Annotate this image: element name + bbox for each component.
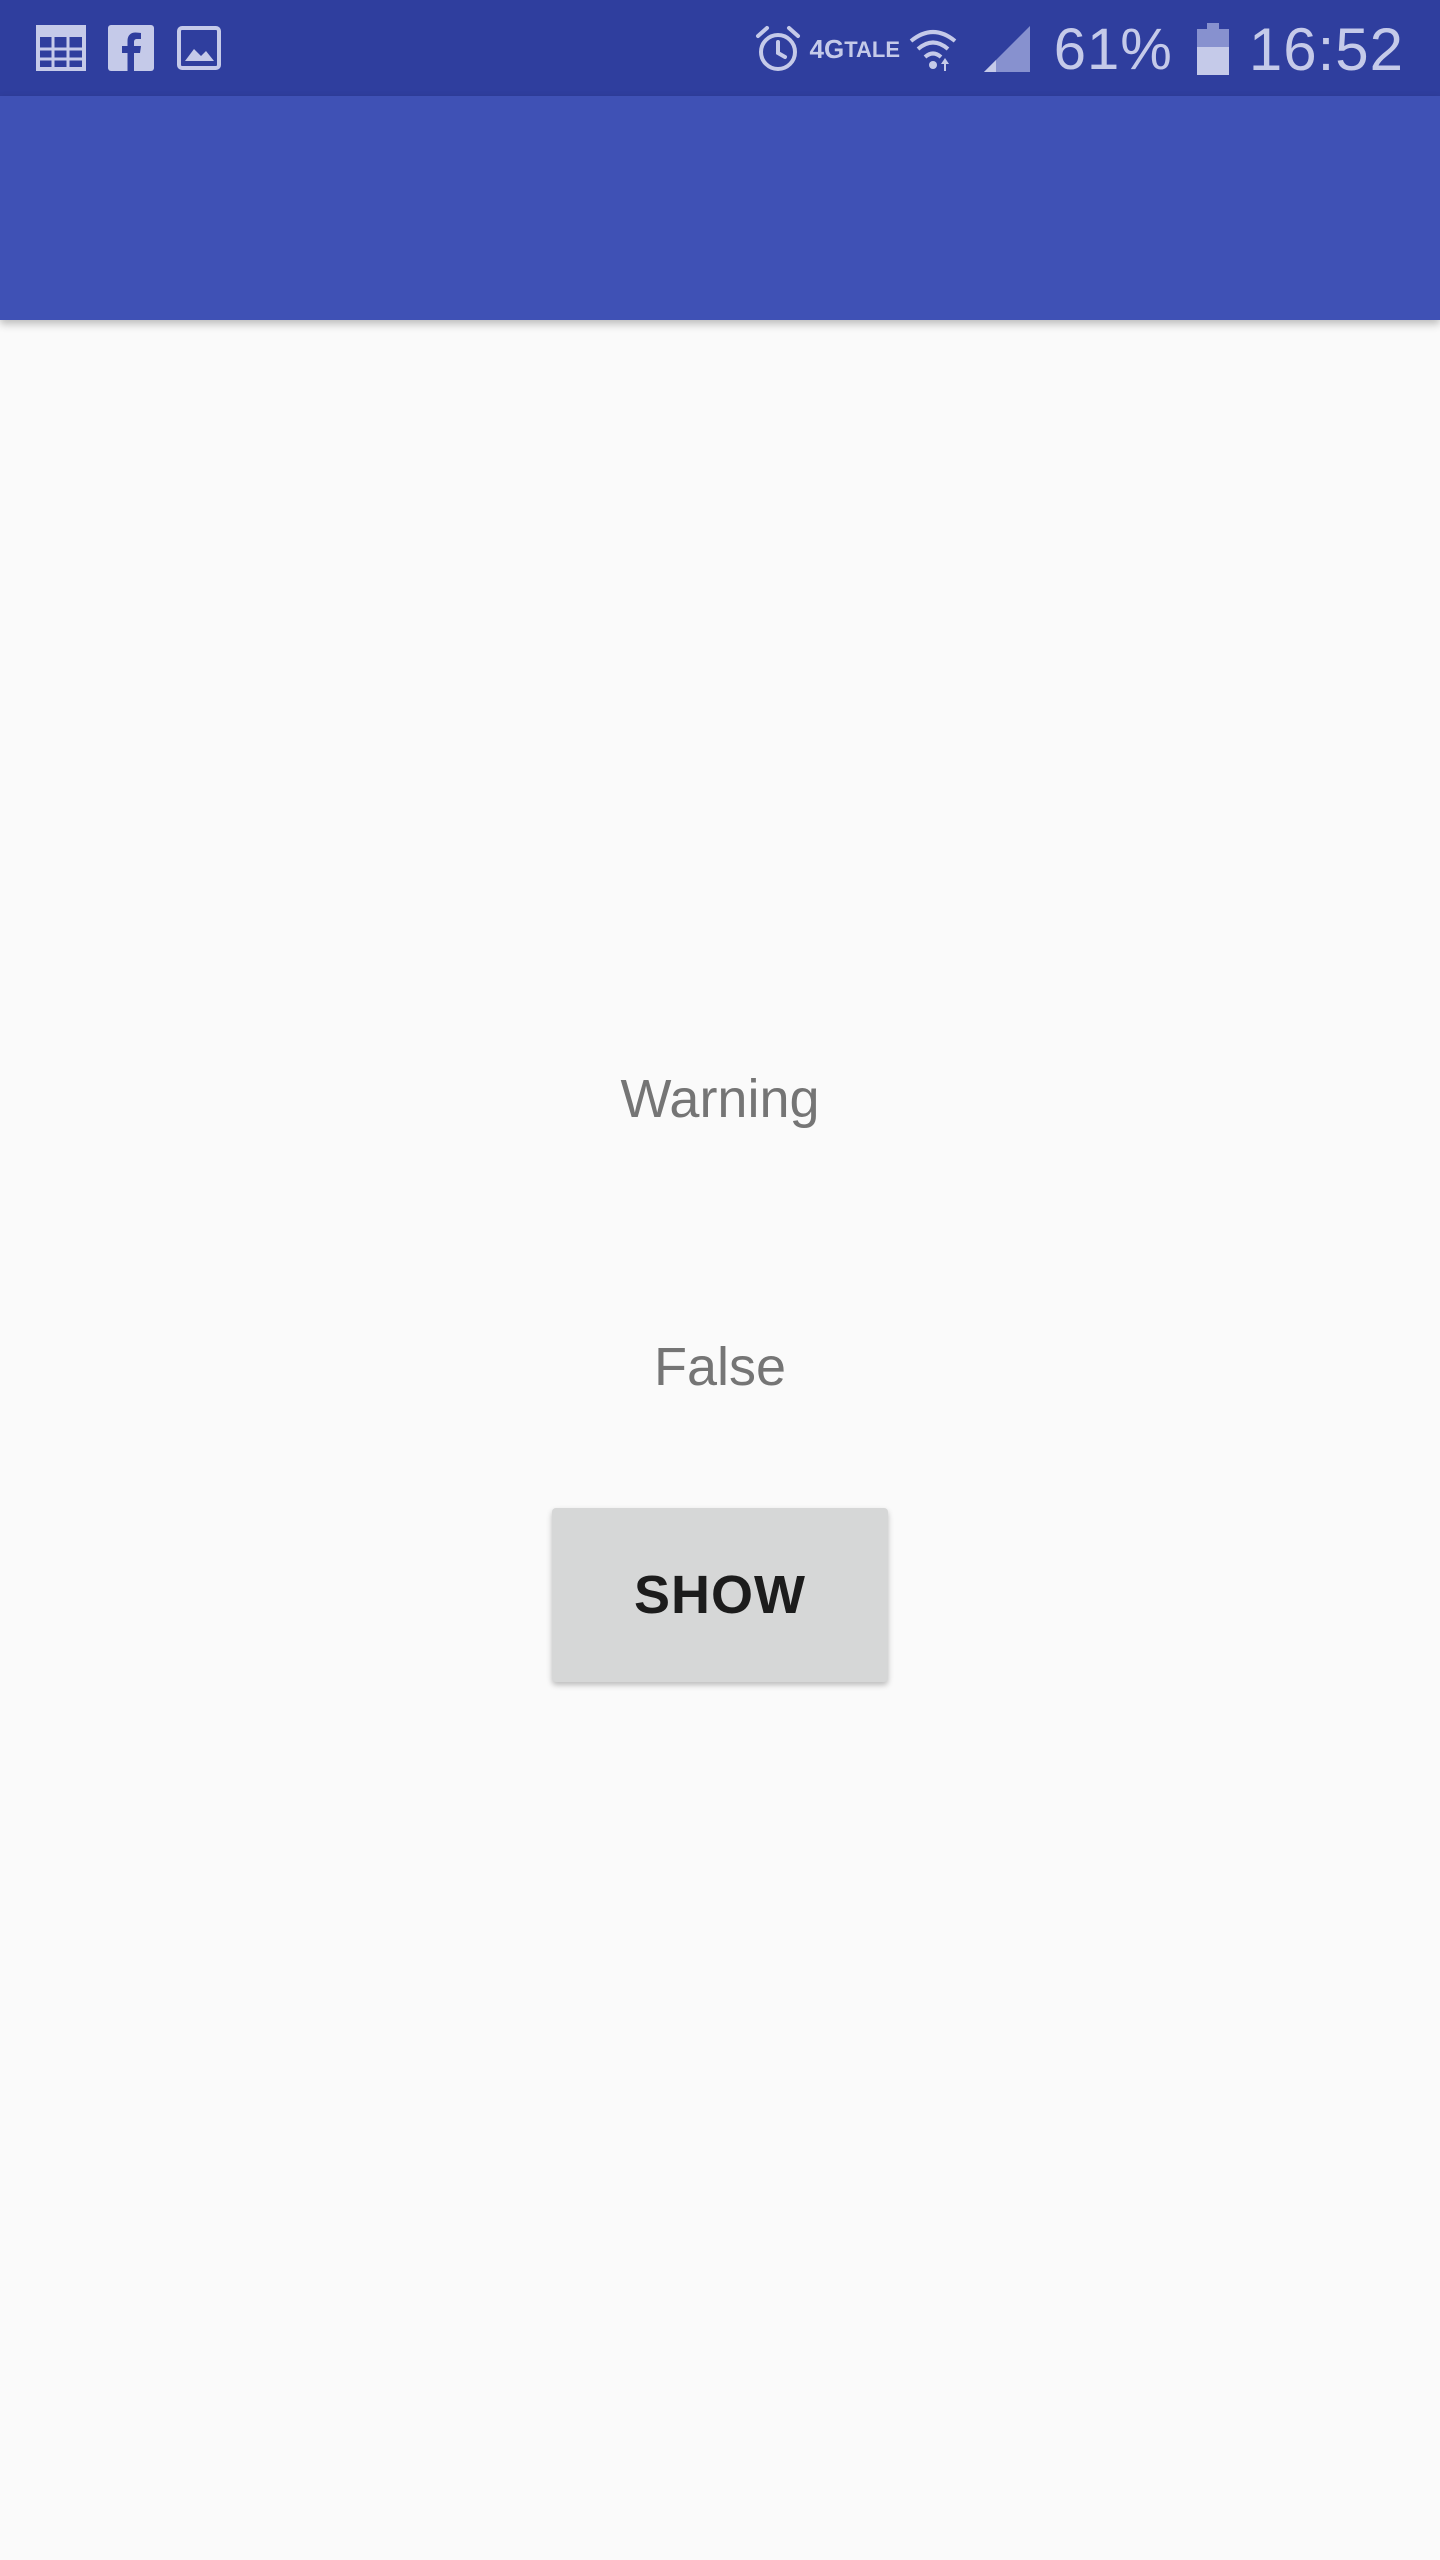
value-label: False [653,1337,787,1397]
notification-icons [36,22,244,74]
app-bar [0,96,1440,320]
signal-icon [982,24,1032,74]
alarm-icon [754,24,802,74]
calendar-icon [36,25,86,71]
show-button[interactable]: SHOW [552,1508,888,1682]
battery-percent: 61% [1053,16,1173,82]
gallery-icon [176,25,222,71]
system-status: 4G TALE 61% 16:52 [730,14,1404,84]
status-bar: 4G TALE 61% 16:52 [0,0,1440,96]
clock: 16:52 [1248,15,1404,83]
facebook-icon [108,25,154,71]
warning-label: Warning [620,1069,820,1129]
network-type-label: 4G TALE [809,34,901,64]
battery-icon [1196,23,1229,75]
wifi-icon [908,24,958,74]
